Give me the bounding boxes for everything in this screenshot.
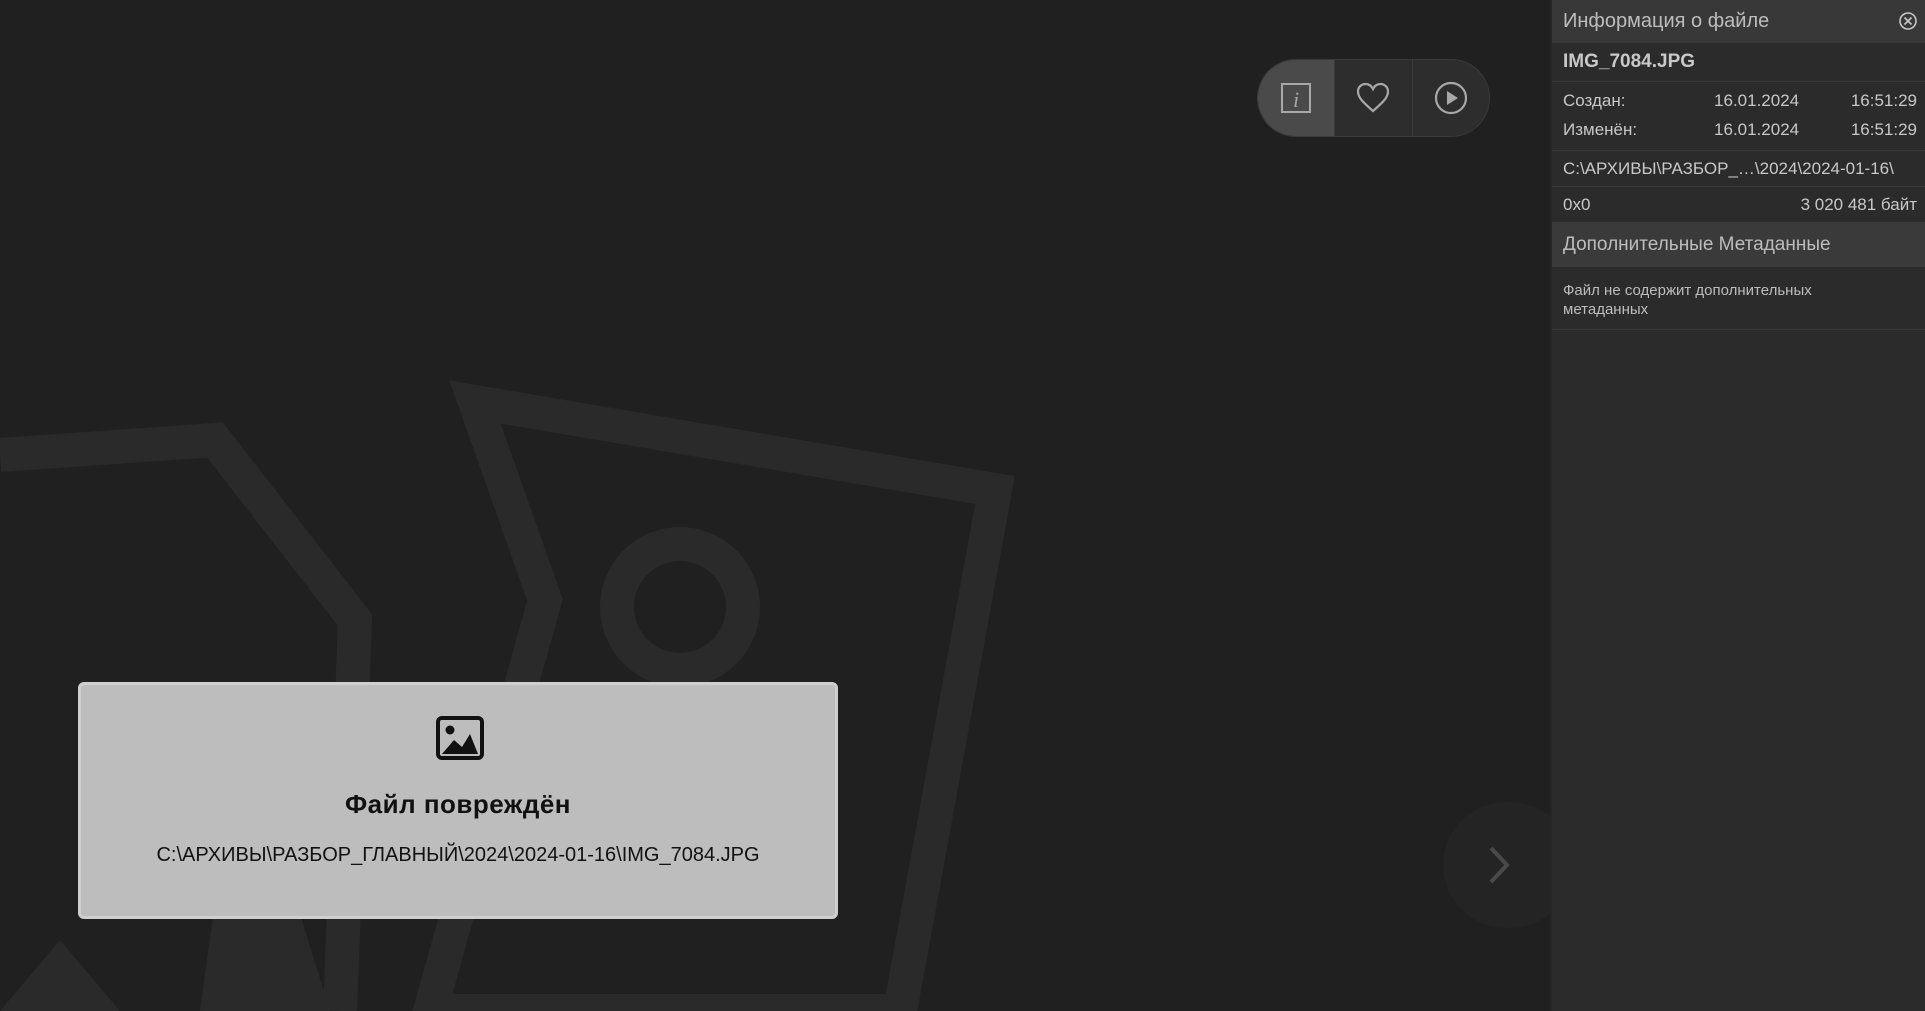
modified-time: 16:51:29: [1850, 119, 1917, 139]
file-path: C:\АРХИВЫ\РАЗБОР_…\2024\2024-01-16\: [1552, 151, 1925, 187]
image-dimensions: 0x0: [1563, 194, 1591, 214]
modified-date: 16.01.2024: [1714, 119, 1800, 139]
created-date: 16.01.2024: [1714, 90, 1800, 110]
extra-metadata-text: Файл не содержит дополнительных метаданн…: [1552, 267, 1925, 330]
viewer-toolbar: i: [1257, 59, 1490, 137]
panel-header: Информация о файле: [1552, 0, 1925, 43]
chevron-right-icon: [1489, 846, 1510, 884]
file-size: 3 020 481 байт: [1800, 194, 1917, 214]
panel-title: Информация о файле: [1563, 10, 1770, 32]
image-icon: [436, 716, 484, 760]
created-row: Создан: 16.01.2024 16:51:29: [1563, 86, 1917, 115]
modified-row: Изменён: 16.01.2024 16:51:29: [1563, 115, 1917, 144]
info-icon: i: [1281, 83, 1312, 113]
modified-label: Изменён:: [1563, 119, 1638, 139]
close-circle-icon[interactable]: [1898, 11, 1918, 31]
extra-metadata-header: Дополнительные Метаданные: [1552, 223, 1925, 267]
info-button[interactable]: i: [1258, 60, 1335, 136]
favorite-button[interactable]: [1334, 60, 1411, 136]
file-name: IMG_7084.JPG: [1552, 43, 1925, 82]
image-viewer: i Файл повреждён C:\АРХИВЫ\РАЗБОР_ГЛАВНЫ…: [0, 0, 1550, 1011]
slideshow-button[interactable]: [1411, 60, 1489, 136]
play-icon: [1434, 81, 1467, 115]
created-label: Создан:: [1563, 90, 1626, 110]
heart-icon: [1357, 82, 1390, 113]
corrupted-file-message: Файл повреждён C:\АРХИВЫ\РАЗБОР_ГЛАВНЫЙ\…: [78, 682, 838, 919]
created-time: 16:51:29: [1850, 90, 1917, 110]
error-file-path: C:\АРХИВЫ\РАЗБОР_ГЛАВНЫЙ\2024\2024-01-16…: [156, 844, 760, 866]
error-title: Файл повреждён: [344, 789, 572, 819]
file-info-panel: Информация о файле IMG_7084.JPG Создан: …: [1550, 0, 1925, 1011]
svg-text:i: i: [1293, 87, 1299, 112]
file-size-row: 0x0 3 020 481 байт: [1552, 187, 1925, 223]
file-dates: Создан: 16.01.2024 16:51:29 Изменён: 16.…: [1552, 82, 1925, 151]
